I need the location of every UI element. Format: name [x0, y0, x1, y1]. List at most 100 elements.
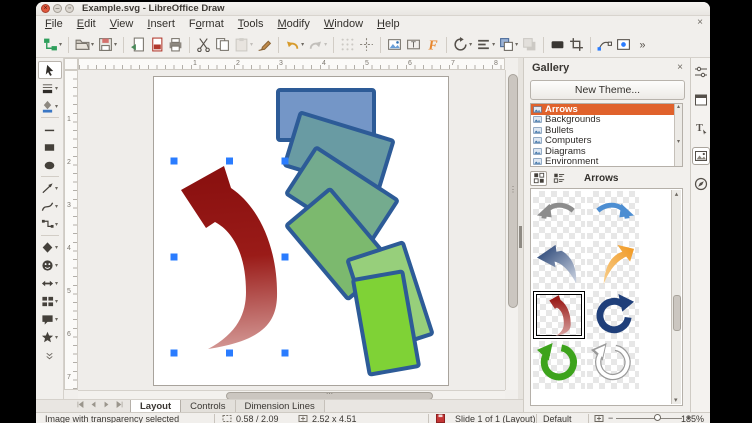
canvas-area[interactable]: [78, 70, 505, 390]
undo-dropdown-arrow[interactable]: ▾: [301, 41, 304, 48]
selection-handle[interactable]: [226, 350, 233, 357]
layer-tab-layout[interactable]: Layout: [130, 400, 181, 412]
ellipse-button[interactable]: [38, 156, 62, 174]
gallery-theme-backgrounds[interactable]: Backgrounds: [531, 115, 682, 126]
horizontal-ruler[interactable]: 12345678: [78, 58, 505, 70]
gallery-theme-computers[interactable]: Computers: [531, 136, 682, 147]
callouts-button[interactable]: ▾: [38, 310, 62, 328]
align-dropdown-arrow[interactable]: ▾: [492, 41, 495, 48]
crop-button[interactable]: [567, 35, 586, 55]
window-minimize-button[interactable]: –: [53, 4, 62, 13]
export-pdf-button[interactable]: [147, 35, 166, 55]
menu-view[interactable]: View: [103, 18, 141, 30]
block-arrows-dropdown-arrow[interactable]: ▾: [55, 280, 58, 287]
fontwork-button[interactable]: F: [423, 35, 442, 55]
fill-color-dropdown-arrow[interactable]: ▾: [55, 103, 58, 110]
flowchart-dropdown-arrow[interactable]: ▾: [55, 298, 58, 305]
new-drawing-dropdown-arrow[interactable]: ▾: [59, 41, 62, 48]
fill-color-button[interactable]: ▾: [38, 97, 62, 115]
slide-info[interactable]: Slide 1 of 1 (Layout): [455, 414, 536, 423]
symbol-shapes-button[interactable]: ▾: [38, 256, 62, 274]
gallery-thumbnails-scrollbar[interactable]: ▴▾: [671, 190, 681, 404]
menu-insert[interactable]: Insert: [140, 18, 182, 30]
paste-dropdown-arrow[interactable]: ▾: [250, 41, 253, 48]
vertical-ruler[interactable]: 1234567: [64, 70, 78, 390]
copy-button[interactable]: [213, 35, 232, 55]
basic-shapes-button[interactable]: ▾: [38, 238, 62, 256]
open-button[interactable]: ▾: [73, 35, 96, 55]
horizontal-scrollbar[interactable]: ⋯: [78, 390, 505, 399]
splitter-grip-icon[interactable]: [519, 226, 522, 248]
gallery-close-icon[interactable]: ×: [677, 62, 683, 73]
gallery-theme-bullets[interactable]: Bullets: [531, 125, 682, 136]
arrange-dropdown-arrow[interactable]: ▾: [515, 41, 518, 48]
print-button[interactable]: [166, 35, 185, 55]
tab-prev-button[interactable]: [87, 400, 100, 412]
lines-and-arrows-button[interactable]: ▾: [38, 179, 62, 197]
save-button[interactable]: ▾: [96, 35, 119, 55]
insert-ole-button[interactable]: [614, 35, 633, 55]
new-drawing-button[interactable]: ▾: [41, 35, 64, 55]
green-circular-arrow-thumbnail[interactable]: [533, 341, 585, 389]
zoom-slider-thumb[interactable]: [654, 414, 661, 421]
zoom-level[interactable]: 185%: [681, 414, 704, 423]
gallery-theme-diagrams[interactable]: Diagrams: [531, 146, 682, 157]
selection-handle[interactable]: [282, 158, 289, 165]
toolbar-more-button[interactable]: [38, 346, 62, 364]
menu-format[interactable]: Format: [182, 18, 231, 30]
arrange-button[interactable]: ▾: [497, 35, 520, 55]
sidebar-tab-shapes[interactable]: T: [692, 119, 710, 137]
align-button[interactable]: ▾: [474, 35, 497, 55]
window-maximize-button[interactable]: ▫: [65, 4, 74, 13]
callouts-dropdown-arrow[interactable]: ▾: [55, 316, 58, 323]
sidebar-tab-gallery[interactable]: [692, 147, 710, 165]
icon-view-button[interactable]: [530, 171, 547, 186]
menu-file[interactable]: File: [38, 18, 70, 30]
selection-handle[interactable]: [282, 350, 289, 357]
red-curved-arrow-shape[interactable]: [181, 166, 277, 349]
helplines-button[interactable]: [357, 35, 376, 55]
document-close-icon[interactable]: ×: [697, 18, 703, 28]
line-color-button[interactable]: ▾: [38, 79, 62, 97]
tab-next-button[interactable]: [100, 400, 113, 412]
blue-curved-arrow-thumbnail[interactable]: [587, 191, 639, 239]
undo-button[interactable]: ▾: [283, 35, 306, 55]
symbol-shapes-dropdown-arrow[interactable]: ▾: [55, 262, 58, 269]
transformations-dropdown-arrow[interactable]: ▾: [469, 41, 472, 48]
gallery-theme-environment[interactable]: Environment: [531, 157, 682, 168]
fit-slide-icon[interactable]: [594, 414, 604, 423]
sidebar-tab-sidebar-settings[interactable]: [692, 63, 710, 81]
insert-line-button[interactable]: [38, 120, 62, 138]
lines-and-arrows-dropdown-arrow[interactable]: ▾: [55, 185, 58, 192]
connectors-dropdown-arrow[interactable]: ▾: [55, 221, 58, 228]
cut-button[interactable]: [194, 35, 213, 55]
edit-points-button[interactable]: [595, 35, 614, 55]
connectors-button[interactable]: ▾: [38, 215, 62, 233]
orange-curved-arrow-thumbnail[interactable]: [587, 241, 639, 289]
redo-dropdown-arrow[interactable]: ▾: [324, 41, 327, 48]
gallery-theme-arrows[interactable]: Arrows: [531, 104, 682, 115]
selection-handle[interactable]: [171, 350, 178, 357]
select-button[interactable]: [38, 61, 62, 79]
open-dropdown-arrow[interactable]: ▾: [91, 41, 94, 48]
layer-tab-controls[interactable]: Controls: [181, 400, 235, 412]
insert-text-box-button[interactable]: T: [404, 35, 423, 55]
navy-arrow-thumbnail[interactable]: [533, 241, 585, 289]
sidebar-tab-navigator[interactable]: [692, 175, 710, 193]
menu-help[interactable]: Help: [370, 18, 407, 30]
vertical-scrollbar-thumb[interactable]: ⋮: [508, 74, 518, 308]
overflow-button[interactable]: »: [633, 35, 652, 55]
window-close-button[interactable]: ×: [41, 4, 50, 13]
selection-handle[interactable]: [171, 254, 178, 261]
selection-handle[interactable]: [171, 158, 178, 165]
outline-circular-arrow-thumbnail[interactable]: [587, 341, 639, 389]
basic-shapes-dropdown-arrow[interactable]: ▾: [55, 244, 58, 251]
menu-window[interactable]: Window: [317, 18, 370, 30]
vertical-scrollbar[interactable]: ⋮: [505, 70, 518, 390]
zoom-out-icon[interactable]: −: [608, 413, 613, 423]
transformations-button[interactable]: ▾: [451, 35, 474, 55]
export-button[interactable]: [128, 35, 147, 55]
stars-banners-button[interactable]: ▾: [38, 328, 62, 346]
selection-handle[interactable]: [226, 158, 233, 165]
selection-handle[interactable]: [282, 254, 289, 261]
